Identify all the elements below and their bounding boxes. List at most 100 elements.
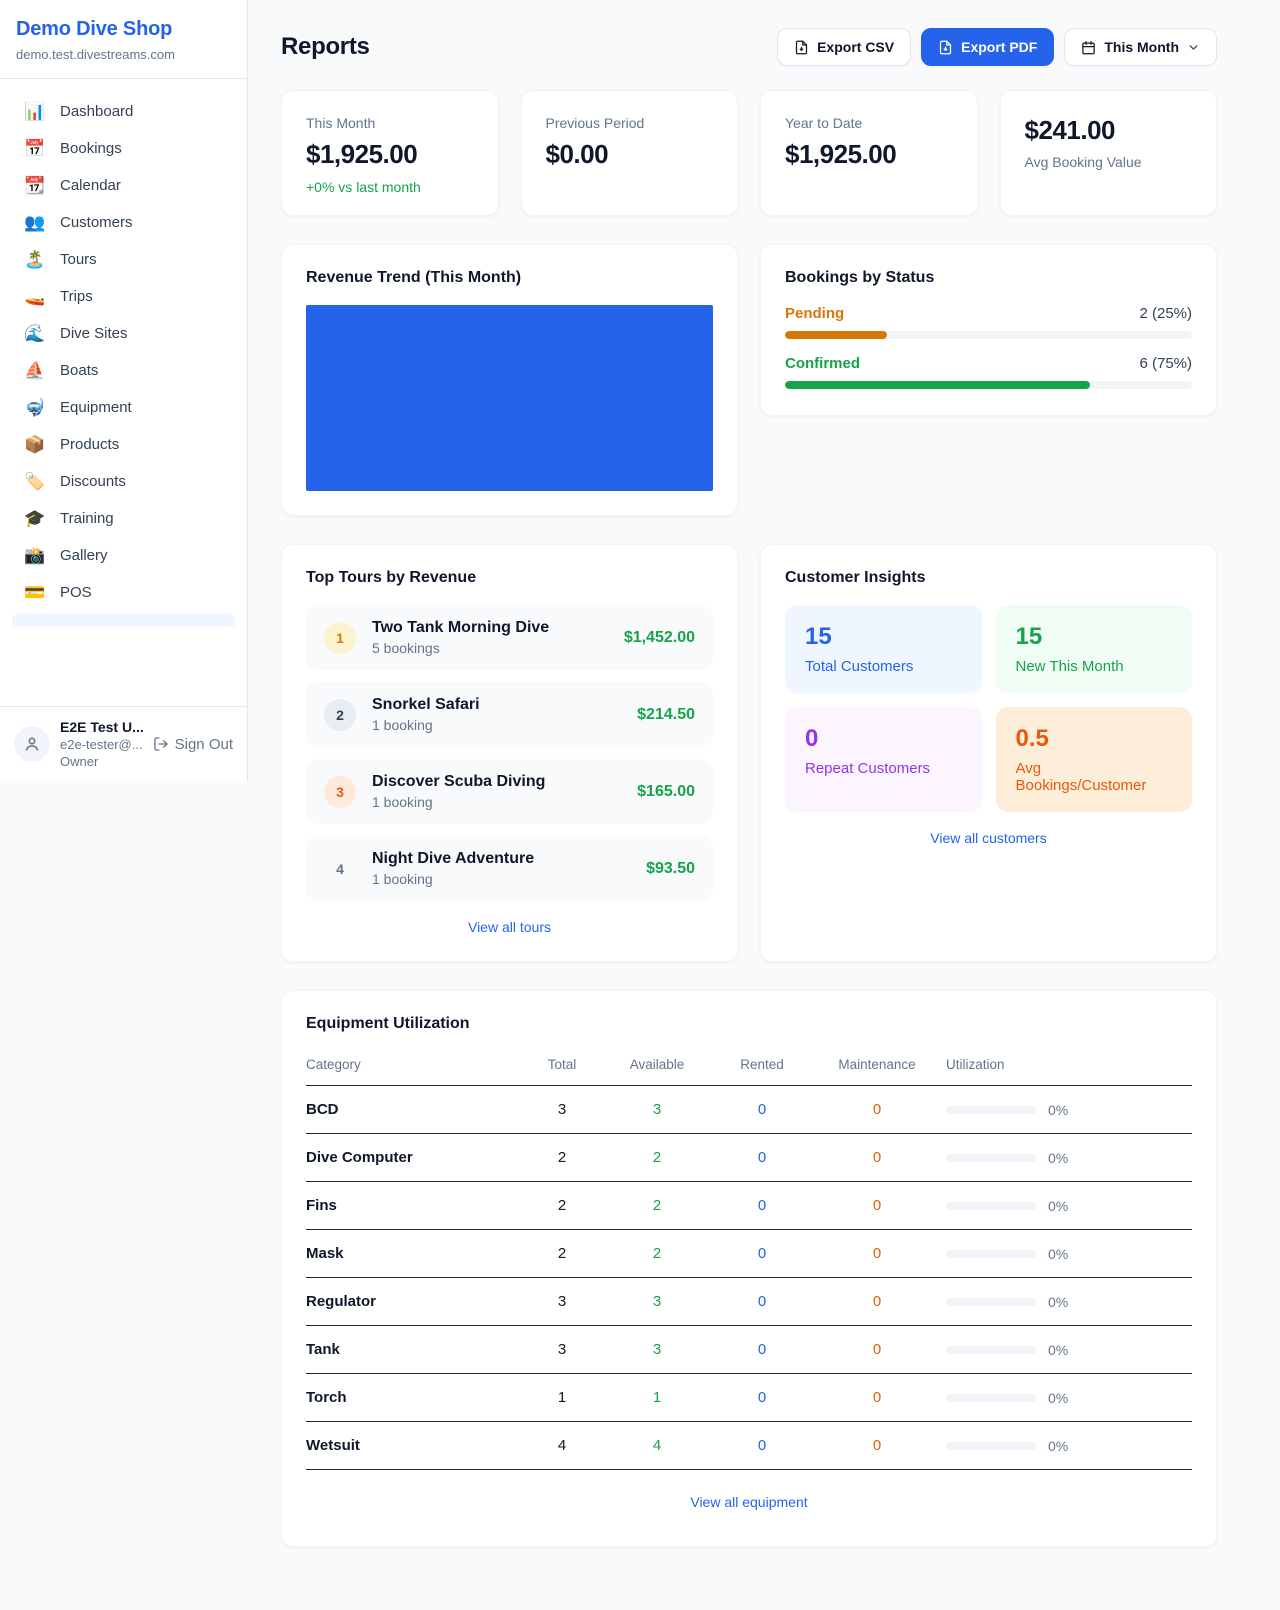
sidebar-item-dive-sites[interactable]: 🌊 Dive Sites <box>12 315 235 352</box>
revenue-trend-title: Revenue Trend (This Month) <box>306 269 713 287</box>
camera-icon: 📸 <box>24 547 46 564</box>
stat-label: Previous Period <box>546 115 714 131</box>
stat-value: $1,925.00 <box>306 139 474 170</box>
chevron-down-icon <box>1187 41 1200 54</box>
tour-bookings: 1 booking <box>372 717 621 733</box>
utilization-bar <box>946 1250 1036 1258</box>
stats-grid: This Month $1,925.00 +0% vs last month P… <box>281 90 1217 216</box>
tour-name: Two Tank Morning Dive <box>372 619 608 637</box>
export-pdf-button[interactable]: Export PDF <box>921 28 1054 66</box>
people-icon: 👥 <box>24 214 46 231</box>
tour-list-item[interactable]: 1 Two Tank Morning Dive 5 bookings $1,45… <box>306 605 713 670</box>
insight-value: 15 <box>1016 623 1173 651</box>
utilization-bar <box>946 1346 1036 1354</box>
tour-list-item[interactable]: 3 Discover Scuba Diving 1 booking $165.0… <box>306 759 713 824</box>
top-tours-card: Top Tours by Revenue 1 Two Tank Morning … <box>281 544 738 962</box>
table-row: Regulator 3 3 0 0 0% <box>306 1278 1192 1326</box>
equipment-category: Mask <box>306 1245 522 1262</box>
equipment-category: Dive Computer <box>306 1149 522 1166</box>
logout-icon <box>153 736 169 752</box>
table-row: Wetsuit 4 4 0 0 0% <box>306 1422 1192 1470</box>
file-download-icon <box>938 40 953 55</box>
view-all-equipment-link[interactable]: View all equipment <box>690 1494 807 1510</box>
equipment-category: BCD <box>306 1101 522 1118</box>
sidebar-item-customers[interactable]: 👥 Customers <box>12 204 235 241</box>
sidebar-item-pos[interactable]: 💳 POS <box>12 574 235 611</box>
sidebar-item-label: POS <box>60 584 92 601</box>
stat-label: Avg Booking Value <box>1025 154 1193 170</box>
brand-block: Demo Dive Shop demo.test.divestreams.com <box>0 0 247 79</box>
bookings-by-status-title: Bookings by Status <box>785 269 1192 287</box>
tour-list-item[interactable]: 4 Night Dive Adventure 1 booking $93.50 <box>306 836 713 901</box>
sidebar-item-tours[interactable]: 🏝️ Tours <box>12 241 235 278</box>
sidebar-item-label: Dive Sites <box>60 325 128 342</box>
stat-label: This Month <box>306 115 474 131</box>
speedboat-icon: 🚤 <box>24 288 46 305</box>
page-header: Reports Export CSV Export PDF This Month <box>281 28 1217 66</box>
tour-name: Night Dive Adventure <box>372 850 630 868</box>
diving-mask-icon: 🤿 <box>24 399 46 416</box>
period-selector[interactable]: This Month <box>1064 28 1217 66</box>
status-label: Pending <box>785 305 844 322</box>
sidebar-item-reports-active-partial[interactable] <box>12 613 235 627</box>
sidebar-item-label: Trips <box>60 288 93 305</box>
insight-value: 15 <box>805 623 962 651</box>
sidebar-item-boats[interactable]: ⛵ Boats <box>12 352 235 389</box>
sidebar-item-training[interactable]: 🎓 Training <box>12 500 235 537</box>
tour-list-item[interactable]: 2 Snorkel Safari 1 booking $214.50 <box>306 682 713 747</box>
tour-bookings: 1 booking <box>372 794 621 810</box>
sidebar-item-equipment[interactable]: 🤿 Equipment <box>12 389 235 426</box>
column-header-rented: Rented <box>712 1057 812 1072</box>
sidebar-item-products[interactable]: 📦 Products <box>12 426 235 463</box>
status-row-pending: Pending 2 (25%) <box>785 305 1192 339</box>
user-footer: E2E Test U... e2e-tester@... Owner Sign … <box>0 706 247 781</box>
package-icon: 📦 <box>24 436 46 453</box>
graduation-cap-icon: 🎓 <box>24 510 46 527</box>
island-icon: 🏝️ <box>24 251 46 268</box>
sidebar-item-gallery[interactable]: 📸 Gallery <box>12 537 235 574</box>
sidebar-item-trips[interactable]: 🚤 Trips <box>12 278 235 315</box>
sailboat-icon: ⛵ <box>24 362 46 379</box>
sidebar-item-bookings[interactable]: 📅 Bookings <box>12 130 235 167</box>
wave-icon: 🌊 <box>24 325 46 342</box>
table-row: Mask 2 2 0 0 0% <box>306 1230 1192 1278</box>
rank-badge: 3 <box>324 776 356 808</box>
view-all-customers-link[interactable]: View all customers <box>930 830 1046 846</box>
period-selector-label: This Month <box>1104 39 1179 55</box>
status-value: 2 (25%) <box>1139 305 1192 322</box>
rank-badge: 2 <box>324 699 356 731</box>
bar-chart-icon: 📊 <box>24 103 46 120</box>
insight-label: Avg Bookings/Customer <box>1016 760 1173 794</box>
tag-icon: 🏷️ <box>24 473 46 490</box>
sign-out-button[interactable]: Sign Out <box>153 736 233 753</box>
sidebar-item-label: Products <box>60 436 119 453</box>
status-row-confirmed: Confirmed 6 (75%) <box>785 355 1192 389</box>
equipment-utilization-title: Equipment Utilization <box>306 1015 1192 1033</box>
user-email: e2e-tester@... <box>60 737 143 752</box>
view-all-tours-link[interactable]: View all tours <box>468 919 551 935</box>
insight-tile-repeat-customers: 0 Repeat Customers <box>785 707 982 812</box>
sidebar-item-dashboard[interactable]: 📊 Dashboard <box>12 93 235 130</box>
export-csv-button[interactable]: Export CSV <box>777 28 911 66</box>
credit-card-icon: 💳 <box>24 584 46 601</box>
column-header-category: Category <box>306 1057 522 1072</box>
sidebar-item-label: Training <box>60 510 114 527</box>
tour-revenue: $1,452.00 <box>624 629 695 647</box>
sidebar-item-calendar[interactable]: 📆 Calendar <box>12 167 235 204</box>
status-bar-fill <box>785 381 1090 389</box>
equipment-category: Torch <box>306 1389 522 1406</box>
stat-card-previous-period: Previous Period $0.00 <box>521 90 739 216</box>
user-name: E2E Test U... <box>60 719 143 735</box>
stat-value: $241.00 <box>1025 115 1193 146</box>
revenue-trend-chart <box>306 305 713 491</box>
stat-card-year-to-date: Year to Date $1,925.00 <box>760 90 978 216</box>
sidebar-item-label: Boats <box>60 362 98 379</box>
top-tours-title: Top Tours by Revenue <box>306 569 713 587</box>
insight-tile-new-this-month: 15 New This Month <box>996 605 1193 693</box>
utilization-bar <box>946 1106 1036 1114</box>
column-header-total: Total <box>522 1057 602 1072</box>
sidebar-item-discounts[interactable]: 🏷️ Discounts <box>12 463 235 500</box>
avatar <box>14 726 50 762</box>
charts-row: Revenue Trend (This Month) Bookings by S… <box>281 244 1217 516</box>
rank-badge: 1 <box>324 622 356 654</box>
